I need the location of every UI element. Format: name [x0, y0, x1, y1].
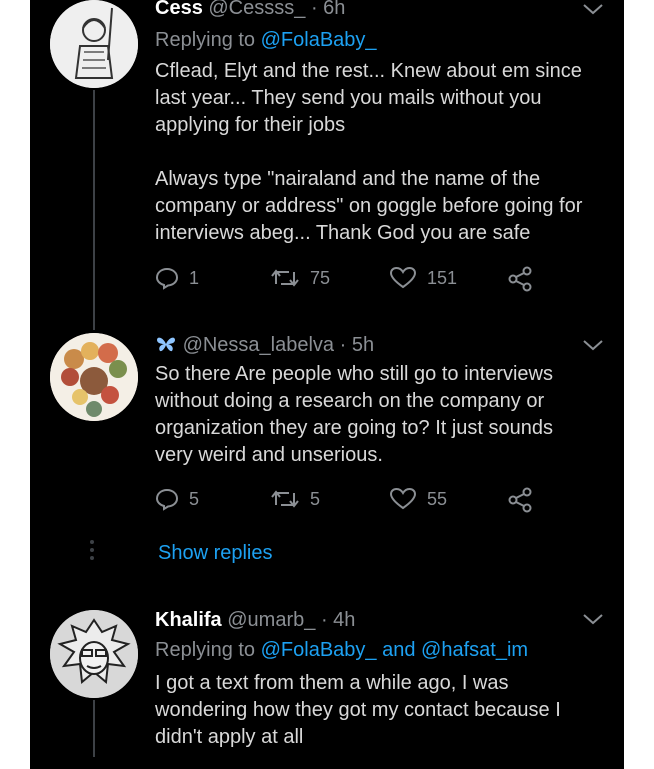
- chevron-down-icon[interactable]: [582, 2, 604, 16]
- mention-link[interactable]: @FolaBaby_: [261, 639, 377, 661]
- tweet-text-line: company or address" on goggle before goi…: [155, 195, 583, 217]
- separator-dot: ·: [339, 334, 347, 356]
- mention-link[interactable]: @hafsat_im: [421, 639, 528, 661]
- timestamp[interactable]: 4h: [333, 609, 355, 631]
- tweet-header: Cess @Cessss_ · 6h: [155, 0, 345, 20]
- chevron-down-icon[interactable]: [582, 338, 604, 352]
- replying-prefix: Replying to: [155, 29, 256, 51]
- tweet-header: @Nessa_labelva · 5h: [155, 333, 374, 357]
- reply-count: 5: [189, 488, 200, 509]
- user-handle[interactable]: @Cessss_: [208, 0, 305, 19]
- separator-dot: ·: [320, 609, 328, 631]
- tweet-text-line: without doing a research on the company …: [155, 390, 545, 412]
- tweet-text-line: I got a text from them a while ago, I wa…: [155, 672, 509, 694]
- heart-icon: [389, 266, 417, 289]
- reply-icon: [155, 267, 179, 290]
- thread-connector-line: [93, 90, 95, 330]
- retweet-icon: [271, 490, 299, 508]
- retweet-icon: [271, 269, 299, 287]
- tweet-text-line: didn't apply at all: [155, 726, 304, 748]
- chevron-down-icon[interactable]: [582, 612, 604, 626]
- retweet-count: 5: [310, 488, 321, 509]
- tweet-text-blank-line: [155, 139, 582, 166]
- tweet-actions: 5 5 55: [155, 487, 555, 517]
- reply-button[interactable]: 1: [155, 266, 199, 290]
- display-name[interactable]: Khalifa: [155, 609, 222, 631]
- replying-and: and: [382, 639, 416, 661]
- mention-link[interactable]: @FolaBaby_: [261, 29, 377, 51]
- like-count: 55: [427, 488, 448, 509]
- share-button[interactable]: [507, 487, 543, 513]
- like-count: 151: [427, 267, 458, 288]
- user-handle[interactable]: @umarb_: [227, 609, 315, 631]
- avatar[interactable]: [50, 0, 138, 88]
- reply-button[interactable]: 5: [155, 487, 199, 511]
- tweet-text-line: last year... They send you mails without…: [155, 87, 542, 109]
- retweet-button[interactable]: 75: [270, 266, 330, 290]
- thread-connector-line: [93, 700, 95, 760]
- tweet-text: Cflead, Elyt and the rest... Knew about …: [155, 58, 582, 247]
- tweet-header: Khalifa @umarb_ · 4h: [155, 608, 355, 632]
- timestamp[interactable]: 6h: [323, 0, 345, 19]
- tweet-text-line: very weird and unserious.: [155, 444, 383, 466]
- avatar[interactable]: [50, 610, 138, 698]
- tweet-text-line: Cflead, Elyt and the rest... Knew about …: [155, 60, 582, 82]
- separator-dot: ·: [310, 0, 318, 19]
- tweet-text: I got a text from them a while ago, I wa…: [155, 670, 561, 751]
- like-button[interactable]: 151: [389, 266, 457, 290]
- retweet-count: 75: [310, 267, 331, 288]
- share-button[interactable]: [507, 266, 543, 292]
- tweet-text-line: interviews abeg... Thank God you are saf…: [155, 222, 531, 244]
- user-handle[interactable]: @Nessa_labelva: [183, 334, 335, 356]
- replying-to-line: Replying to @FolaBaby_: [155, 28, 377, 52]
- reply-icon: [155, 488, 179, 511]
- avatar[interactable]: [50, 333, 138, 421]
- tweet-text-line: wondering how they got my contact becaus…: [155, 699, 561, 721]
- twitter-thread-screen: Cess @Cessss_ · 6h Replying to @FolaBaby…: [30, 0, 624, 769]
- retweet-button[interactable]: 5: [270, 487, 320, 511]
- tweet-actions: 1 75 151: [155, 266, 555, 296]
- share-icon: [508, 266, 532, 292]
- tweet-text-line: applying for their jobs: [155, 114, 346, 136]
- butterfly-icon: [157, 337, 175, 352]
- replying-prefix: Replying to: [155, 639, 256, 661]
- display-name[interactable]: Cess: [155, 0, 203, 19]
- show-replies-link[interactable]: Show replies: [158, 542, 273, 565]
- like-button[interactable]: 55: [389, 487, 447, 511]
- tweet-text-line: So there Are people who still go to inte…: [155, 363, 553, 385]
- heart-icon: [389, 487, 417, 510]
- replying-to-line: Replying to @FolaBaby_ and @hafsat_im: [155, 638, 528, 662]
- reply-count: 1: [189, 267, 200, 288]
- tweet-text: So there Are people who still go to inte…: [155, 361, 553, 469]
- timestamp[interactable]: 5h: [352, 334, 374, 356]
- status-bar-cutoff: [30, 757, 624, 769]
- tweet-text-line: organization they are going to? It just …: [155, 417, 554, 439]
- thread-dots: [90, 536, 94, 564]
- share-icon: [508, 487, 532, 513]
- tweet-text-line: Always type "nairaland and the name of t…: [155, 168, 541, 190]
